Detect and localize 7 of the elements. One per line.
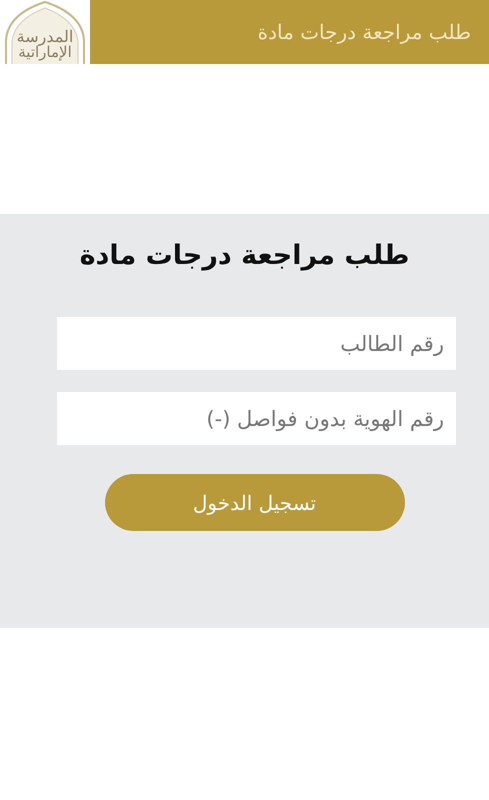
logo-text: الإماراتية [18, 45, 72, 60]
input-field[interactable]: رقم الهوية بدون فواصل (-) [57, 392, 456, 445]
logo-text: المدرسة [16, 29, 74, 45]
login-button[interactable]: تسجيل الدخول [104, 474, 404, 531]
input-field[interactable]: رقم الطالب [57, 317, 456, 370]
page-title: طلب مراجعة درجات مادة [258, 20, 472, 44]
form-title: طلب مراجعة درجات مادة [80, 240, 410, 271]
